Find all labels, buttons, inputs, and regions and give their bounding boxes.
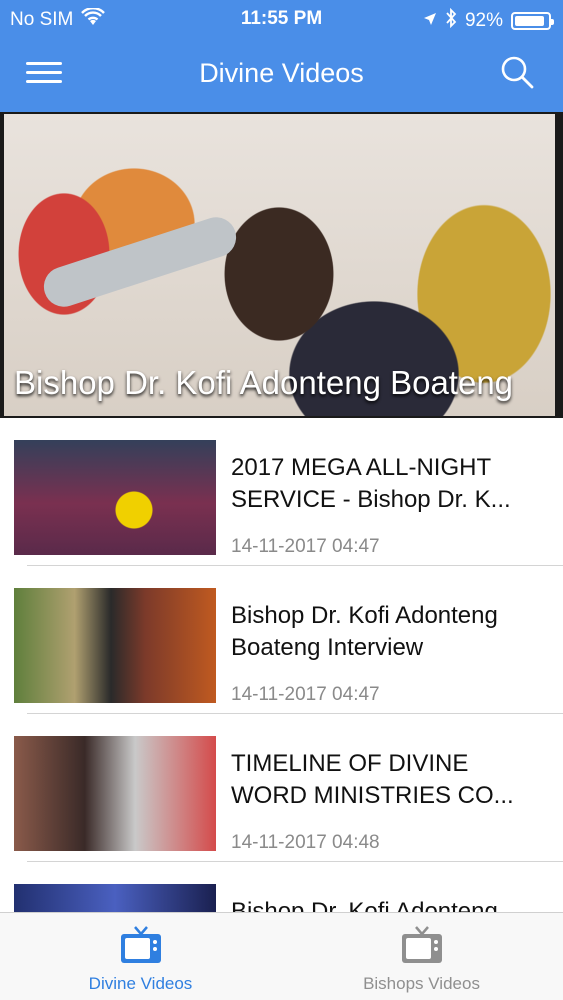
video-title: Bishop Dr. Kofi Adonteng Boateng Intervi… [231,602,498,661]
tv-icon [400,926,444,969]
video-list-item[interactable]: 2017 MEGA ALL-NIGHT SERVICE - Bishop Dr.… [0,418,563,566]
featured-title: Bishop Dr. Kofi Adonteng Boateng [14,364,514,401]
nav-bar: Divine Videos [0,38,563,112]
battery-level-fill [515,16,545,26]
status-bar: No SIM 11:55 PM 92% [0,0,563,38]
header: No SIM 11:55 PM 92% Divine Videos [0,0,563,112]
video-list-item[interactable]: Bishop Dr. Kofi Adonteng Boateng Intervi… [0,566,563,714]
battery-percent: 92% [464,10,503,31]
video-date: 14-11-2017 04:48 [231,832,380,853]
featured-video[interactable]: Bishop Dr. Kofi Adonteng Boateng [0,112,563,418]
video-date: 14-11-2017 04:47 [231,536,380,557]
video-thumbnail [14,440,216,555]
tab-label: Bishops Videos [363,974,480,993]
video-title: 2017 MEGA ALL-NIGHT SERVICE - Bishop Dr.… [231,454,511,513]
battery-icon [511,12,554,30]
bluetooth-icon [445,7,457,34]
video-thumbnail [14,736,216,851]
video-date: 14-11-2017 04:47 [231,684,380,705]
video-list-item[interactable]: TIMELINE OF DIVINE WORD MINISTRIES CO...… [0,714,563,862]
video-thumbnail [14,588,216,703]
video-title: TIMELINE OF DIVINE WORD MINISTRIES CO... [231,750,514,809]
search-icon[interactable] [499,54,539,94]
tab-divine-videos[interactable]: Divine Videos [0,913,281,1000]
tab-bar: Divine Videos Bishops Videos [0,912,563,1000]
location-arrow-icon [423,10,437,32]
tv-icon [119,926,163,969]
tab-label: Divine Videos [88,974,193,993]
tab-bishops-videos[interactable]: Bishops Videos [281,913,562,1000]
page-title: Divine Videos [199,58,364,88]
